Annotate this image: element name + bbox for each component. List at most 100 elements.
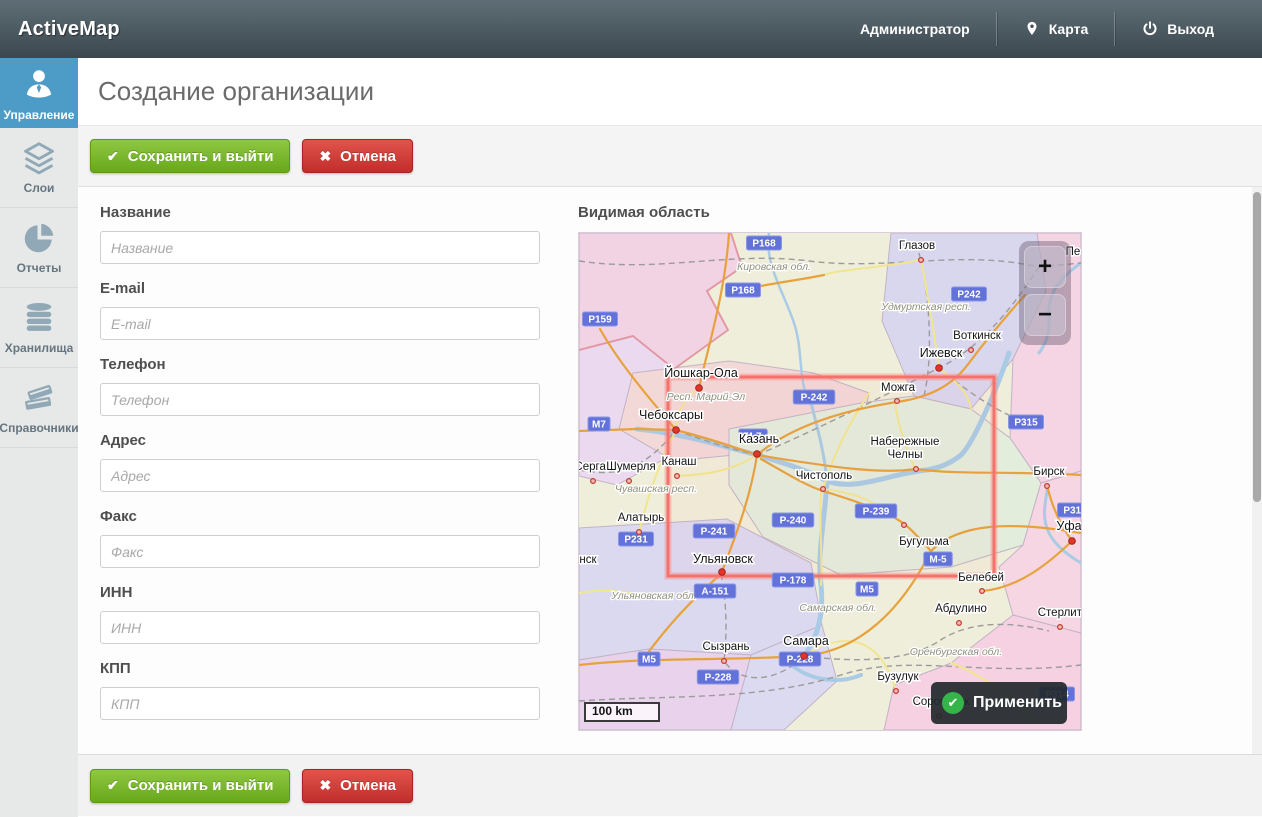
field-label: Адрес (100, 432, 540, 450)
svg-text:Глазов: Глазов (899, 240, 935, 252)
scrollbar-thumb[interactable] (1253, 192, 1261, 502)
user-menu[interactable]: Администратор (834, 0, 996, 58)
svg-text:Р-228: Р-228 (705, 673, 732, 684)
logout-label: Выход (1167, 21, 1214, 37)
sidebar-item-label: Слои (24, 181, 55, 195)
logout-link[interactable]: Выход (1115, 0, 1240, 58)
svg-text:М-5: М-5 (929, 555, 947, 566)
svg-text:Бирск: Бирск (1033, 466, 1065, 478)
map-scale-bar: 100 km (584, 702, 660, 722)
field-name: Название (100, 204, 540, 264)
organization-form: Название E-mail Телефон Адрес Факс ИНН (78, 187, 1262, 754)
svg-text:P315: P315 (1014, 418, 1038, 429)
svg-text:Чебоксары: Чебоксары (639, 408, 703, 422)
sidebar-item-label: Управление (4, 108, 75, 122)
layers-icon (19, 140, 59, 176)
user-name-label: Администратор (860, 21, 970, 37)
svg-text:Челны: Челны (887, 449, 922, 461)
svg-text:P242: P242 (957, 290, 981, 301)
address-input[interactable] (100, 459, 540, 492)
map-widget: Кировская обл.Удмуртская респ.Респ. Мари… (578, 232, 1082, 731)
footer-cancel-label: Отмена (340, 777, 396, 794)
footer-save-label: Сохранить и выйти (128, 777, 274, 794)
books-icon (19, 380, 59, 416)
svg-text:Чувашская респ.: Чувашская респ. (615, 483, 697, 495)
pie-chart-icon (20, 220, 58, 256)
svg-text:Ульяновская обл.: Ульяновская обл. (610, 590, 696, 602)
svg-text:Уфа: Уфа (1056, 519, 1081, 533)
name-input[interactable] (100, 231, 540, 264)
zoom-in-button[interactable]: + (1024, 246, 1066, 288)
page-header: Создание организации (78, 58, 1262, 126)
svg-text:Р-239: Р-239 (863, 507, 890, 518)
svg-text:P168: P168 (731, 286, 755, 297)
sidebar-item-reports[interactable]: Отчеты (0, 208, 78, 288)
map-canvas[interactable]: Кировская обл.Удмуртская респ.Респ. Мари… (579, 233, 1081, 730)
svg-text:нск: нск (579, 554, 597, 566)
main-content: Создание организации ✔ Сохранить и выйти… (78, 58, 1262, 817)
svg-text:М7: М7 (592, 420, 606, 431)
svg-text:М5: М5 (860, 585, 874, 596)
footer-save-button[interactable]: ✔ Сохранить и выйти (90, 769, 290, 803)
x-icon: ✖ (319, 777, 331, 794)
sidebar-item-layers[interactable]: Слои (0, 128, 78, 208)
toolbar: ✔ Сохранить и выйти ✖ Отмена (78, 126, 1262, 187)
svg-text:Оренбургская обл.: Оренбургская обл. (910, 646, 1002, 658)
field-label: ИНН (100, 584, 540, 602)
check-icon: ✔ (107, 148, 119, 165)
sidebar-item-label: Справочники (0, 421, 79, 435)
svg-text:Шумерля: Шумерля (606, 461, 655, 473)
x-icon: ✖ (319, 148, 331, 165)
sidebar-item-management[interactable]: Управление (0, 58, 78, 128)
svg-text:Ульяновск: Ульяновск (693, 552, 753, 566)
fax-input[interactable] (100, 535, 540, 568)
svg-text:Удмуртская респ.: Удмуртская респ. (880, 301, 970, 313)
inn-input[interactable] (100, 611, 540, 644)
svg-text:Казань: Казань (739, 432, 779, 446)
field-email: E-mail (100, 280, 540, 340)
sidebar-item-storages[interactable]: Хранилища (0, 288, 78, 368)
svg-text:P315: P315 (1063, 506, 1081, 517)
field-label: Телефон (100, 356, 540, 374)
footer-toolbar: ✔ Сохранить и выйти ✖ Отмена (78, 754, 1262, 816)
email-input[interactable] (100, 307, 540, 340)
field-phone: Телефон (100, 356, 540, 416)
field-inn: ИНН (100, 584, 540, 644)
map-pin-icon (1023, 19, 1041, 39)
svg-text:Абдулино: Абдулино (935, 603, 987, 615)
power-icon (1141, 20, 1159, 38)
apply-button-label: Применить (973, 694, 1062, 712)
field-label: Факс (100, 508, 540, 526)
cancel-button[interactable]: ✖ Отмена (302, 139, 413, 173)
app-logo: ActiveMap (0, 18, 120, 41)
check-circle-icon: ✔ (942, 692, 964, 714)
svg-text:Р-240: Р-240 (780, 516, 807, 527)
svg-text:Канаш: Канаш (661, 456, 696, 468)
map-zoom-control: + − (1019, 241, 1071, 345)
svg-text:Можга: Можга (881, 382, 916, 394)
phone-input[interactable] (100, 383, 540, 416)
save-button-label: Сохранить и выйти (128, 148, 274, 165)
footer-cancel-button[interactable]: ✖ Отмена (302, 769, 413, 803)
sidebar-item-label: Отчеты (17, 261, 62, 275)
cancel-button-label: Отмена (340, 148, 396, 165)
svg-text:Кировская обл.: Кировская обл. (737, 261, 811, 273)
field-kpp: КПП (100, 660, 540, 720)
zoom-out-button[interactable]: − (1024, 294, 1066, 336)
sidebar-item-label: Хранилища (5, 341, 74, 355)
svg-text:Самара: Самара (783, 634, 829, 648)
map-link-label: Карта (1049, 21, 1089, 37)
save-button[interactable]: ✔ Сохранить и выйти (90, 139, 290, 173)
kpp-input[interactable] (100, 687, 540, 720)
svg-text:Р-242: Р-242 (801, 393, 828, 404)
visible-area-label: Видимая область (578, 204, 1084, 222)
svg-text:Сызрань: Сызрань (703, 641, 750, 653)
svg-text:Йошкар-Ола: Йошкар-Ола (664, 365, 738, 380)
scrollbar-track[interactable] (1252, 187, 1262, 754)
top-bar: ActiveMap Администратор Карта Выход (0, 0, 1262, 58)
svg-text:Ижевск: Ижевск (920, 346, 963, 360)
apply-button[interactable]: ✔ Применить (931, 682, 1067, 724)
map-link[interactable]: Карта (997, 0, 1115, 58)
svg-text:Воткинск: Воткинск (953, 330, 1002, 342)
sidebar-item-directories[interactable]: Справочники (0, 368, 78, 448)
